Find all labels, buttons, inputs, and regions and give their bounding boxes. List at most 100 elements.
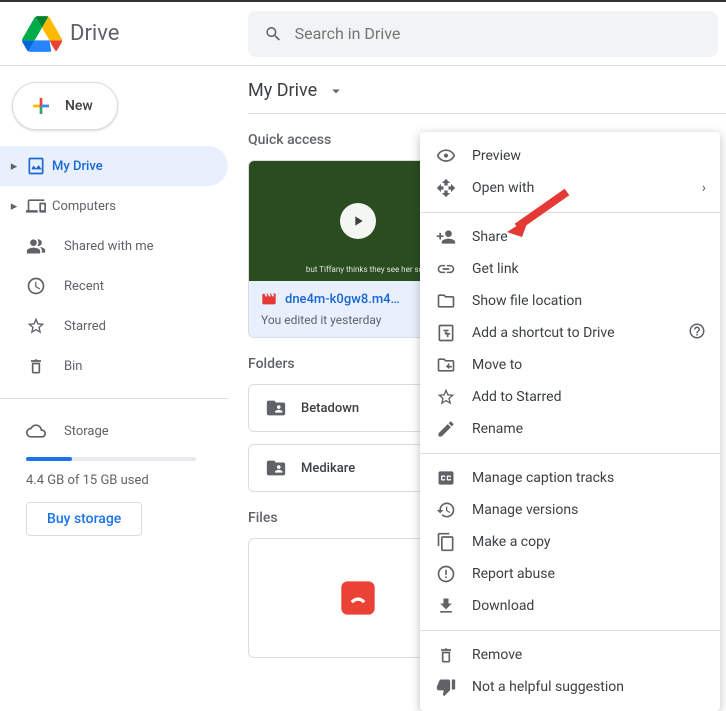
history-icon: [436, 500, 456, 520]
folder-name: Betadown: [301, 401, 359, 416]
nav-starred[interactable]: Starred: [0, 306, 228, 346]
open-with-icon: [436, 178, 456, 198]
nav-computers[interactable]: ▸ Computers: [0, 186, 228, 226]
nav-storage[interactable]: Storage: [0, 411, 228, 451]
bin-icon: [26, 356, 46, 376]
search-bar[interactable]: [248, 11, 718, 57]
nav-bin[interactable]: Bin: [0, 346, 228, 386]
nav-my-drive[interactable]: ▸ My Drive: [0, 146, 228, 186]
menu-label: Not a helpful suggestion: [472, 679, 624, 695]
play-icon: [340, 203, 376, 239]
menu-label: Share: [472, 229, 508, 245]
caret-icon: ▸: [8, 159, 20, 174]
shortcut-icon: [436, 323, 456, 343]
nav-label: Shared with me: [64, 239, 154, 254]
separator: [0, 398, 228, 399]
menu-share[interactable]: Share: [420, 221, 720, 253]
pdf-icon: [333, 573, 383, 623]
menu-copy[interactable]: Make a copy: [420, 526, 720, 558]
menu-label: Manage versions: [472, 502, 578, 518]
menu-label: Manage caption tracks: [472, 470, 614, 486]
app-name: Drive: [70, 21, 119, 46]
nav-label: Starred: [64, 319, 106, 334]
menu-label: Move to: [472, 357, 522, 373]
menu-separator: [420, 212, 720, 213]
dropdown-icon: [327, 82, 345, 100]
nav-label: Recent: [64, 279, 104, 294]
menu-get-link[interactable]: Get link: [420, 253, 720, 285]
new-button-label: New: [65, 98, 93, 114]
menu-label: Show file location: [472, 293, 582, 309]
caret-icon: ▸: [8, 199, 20, 214]
trash-icon: [436, 645, 456, 665]
search-input[interactable]: [295, 24, 702, 43]
star-icon: [26, 316, 46, 336]
drive-logo-icon: [22, 14, 62, 54]
menu-label: Preview: [472, 148, 521, 164]
download-icon: [436, 596, 456, 616]
menu-separator: [420, 453, 720, 454]
menu-remove[interactable]: Remove: [420, 639, 720, 671]
chevron-right-icon: ›: [702, 180, 706, 196]
menu-report[interactable]: Report abuse: [420, 558, 720, 590]
storage-bar: [26, 457, 196, 461]
star-outline-icon: [436, 387, 456, 407]
search-icon: [264, 24, 283, 44]
menu-captions[interactable]: Manage caption tracks: [420, 462, 720, 494]
menu-add-starred[interactable]: Add to Starred: [420, 381, 720, 413]
thumb-down-icon: [436, 677, 456, 697]
buy-storage-button[interactable]: Buy storage: [26, 502, 142, 536]
menu-label: Add a shortcut to Drive: [472, 325, 615, 341]
menu-open-with[interactable]: Open with ›: [420, 172, 720, 204]
nav-recent[interactable]: Recent: [0, 266, 228, 306]
share-icon: [436, 227, 456, 247]
shared-icon: [26, 236, 46, 256]
recent-icon: [26, 276, 46, 296]
menu-versions[interactable]: Manage versions: [420, 494, 720, 526]
move-icon: [436, 355, 456, 375]
sidebar: New ▸ My Drive ▸ Computers Shared with m…: [0, 66, 240, 709]
cloud-icon: [26, 421, 46, 441]
card-title: dne4m-k0gw8.m4…: [285, 292, 400, 307]
eye-icon: [436, 146, 456, 166]
nav-label: Bin: [64, 359, 82, 374]
new-button[interactable]: New: [12, 82, 118, 130]
nav-shared[interactable]: Shared with me: [0, 226, 228, 266]
link-icon: [436, 259, 456, 279]
my-drive-icon: [26, 156, 46, 176]
breadcrumb-label: My Drive: [248, 80, 317, 101]
menu-download[interactable]: Download: [420, 590, 720, 622]
folder-icon: [436, 291, 456, 311]
menu-label: Make a copy: [472, 534, 551, 550]
menu-label: Report abuse: [472, 566, 555, 582]
menu-move-to[interactable]: Move to: [420, 349, 720, 381]
help-icon[interactable]: [688, 322, 706, 344]
menu-label: Rename: [472, 421, 523, 437]
header: Drive: [0, 2, 726, 66]
video-file-icon: [261, 291, 277, 307]
logo-area[interactable]: Drive: [8, 14, 248, 54]
folder-shared-icon: [265, 457, 287, 479]
breadcrumb[interactable]: My Drive: [248, 80, 726, 114]
menu-show-location[interactable]: Show file location: [420, 285, 720, 317]
copy-icon: [436, 532, 456, 552]
computers-icon: [26, 196, 46, 216]
folder-shared-icon: [265, 397, 287, 419]
menu-label: Open with: [472, 180, 534, 196]
menu-add-shortcut[interactable]: Add a shortcut to Drive: [420, 317, 720, 349]
menu-not-helpful[interactable]: Not a helpful suggestion: [420, 671, 720, 703]
folder-name: Medikare: [301, 461, 355, 476]
menu-label: Download: [472, 598, 534, 614]
nav-label: Storage: [64, 424, 109, 439]
plus-icon: [29, 94, 53, 118]
storage-text: 4.4 GB of 15 GB used: [26, 473, 228, 488]
nav-label: My Drive: [52, 159, 103, 174]
menu-separator: [420, 630, 720, 631]
menu-rename[interactable]: Rename: [420, 413, 720, 445]
menu-preview[interactable]: Preview: [420, 140, 720, 172]
menu-label: Add to Starred: [472, 389, 561, 405]
menu-label: Remove: [472, 647, 522, 663]
nav-label: Computers: [52, 199, 116, 214]
cc-icon: [436, 468, 456, 488]
rename-icon: [436, 419, 456, 439]
